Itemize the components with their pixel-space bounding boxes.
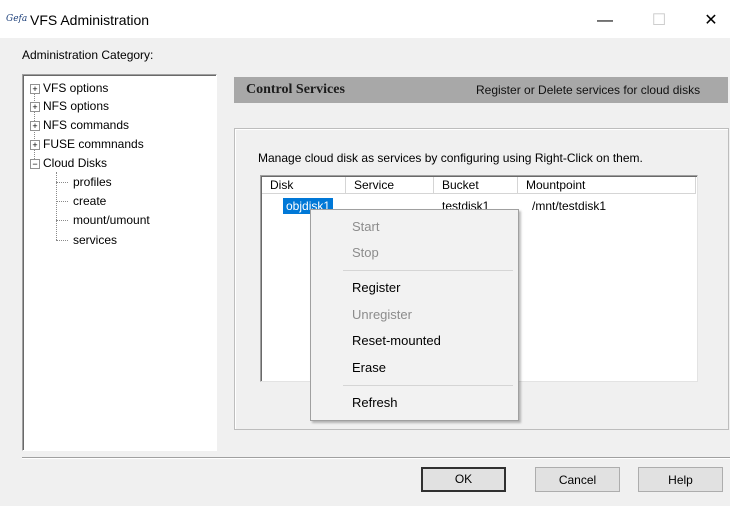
close-button[interactable]: ✕ xyxy=(688,6,730,36)
tree-connector xyxy=(56,220,68,221)
help-button[interactable]: Help xyxy=(638,467,723,492)
menu-separator xyxy=(343,270,513,271)
panel-description: Register or Delete services for cloud di… xyxy=(476,83,701,97)
maximize-button[interactable]: ☐ xyxy=(636,6,682,36)
instruction-text: Manage cloud disk as services by configu… xyxy=(258,151,643,165)
tree-item-label: mount/umount xyxy=(73,213,150,227)
collapse-minus-icon[interactable]: − xyxy=(30,159,40,169)
app-icon: Gefa xyxy=(6,14,28,24)
tree-connector xyxy=(56,201,68,202)
ok-button[interactable]: OK xyxy=(421,467,506,492)
minimize-button[interactable]: — xyxy=(582,6,628,36)
tree-connector xyxy=(56,182,68,183)
menu-item-unregister[interactable]: Unregister xyxy=(352,305,412,325)
expand-plus-icon[interactable]: + xyxy=(30,102,40,112)
menu-separator xyxy=(343,385,513,386)
tree-item-label: services xyxy=(73,233,118,247)
menu-item-erase[interactable]: Erase xyxy=(352,358,386,378)
menu-item-stop[interactable]: Stop xyxy=(352,243,379,263)
column-header-mountpoint[interactable]: Mountpoint xyxy=(518,177,696,194)
menu-item-start[interactable]: Start xyxy=(352,217,379,237)
panel-title: Control Services xyxy=(246,82,345,97)
tree-item-label: profiles xyxy=(73,175,112,189)
cancel-button[interactable]: Cancel xyxy=(535,467,620,492)
tree-item-label: FUSE commnands xyxy=(43,137,144,151)
category-label: Administration Category: xyxy=(22,48,154,62)
menu-item-register[interactable]: Register xyxy=(352,278,400,298)
menu-item-reset-mounted[interactable]: Reset-mounted xyxy=(352,331,441,351)
tree-item-label: VFS options xyxy=(43,81,109,95)
column-header-disk[interactable]: Disk xyxy=(262,177,346,194)
footer-divider xyxy=(22,457,730,458)
expand-plus-icon[interactable]: + xyxy=(30,84,40,94)
window-title: VFS Administration xyxy=(30,12,150,28)
tree-item-label: NFS options xyxy=(43,99,110,113)
mountpoint-cell: /mnt/testdisk1 xyxy=(532,199,607,213)
tree-item-label: NFS commands xyxy=(43,118,130,132)
tree-connector xyxy=(56,240,68,241)
context-menu[interactable]: Start Stop Register Unregister Reset-mou… xyxy=(310,209,519,421)
expand-plus-icon[interactable]: + xyxy=(30,140,40,150)
expand-plus-icon[interactable]: + xyxy=(30,121,40,131)
tree-item-label: create xyxy=(73,194,107,208)
tree-item-label: Cloud Disks xyxy=(43,156,108,170)
column-header-service[interactable]: Service xyxy=(346,177,434,194)
column-header-bucket[interactable]: Bucket xyxy=(434,177,518,194)
category-tree[interactable]: + VFS options + NFS options + NFS comman… xyxy=(22,74,217,451)
menu-item-refresh[interactable]: Refresh xyxy=(352,393,398,413)
